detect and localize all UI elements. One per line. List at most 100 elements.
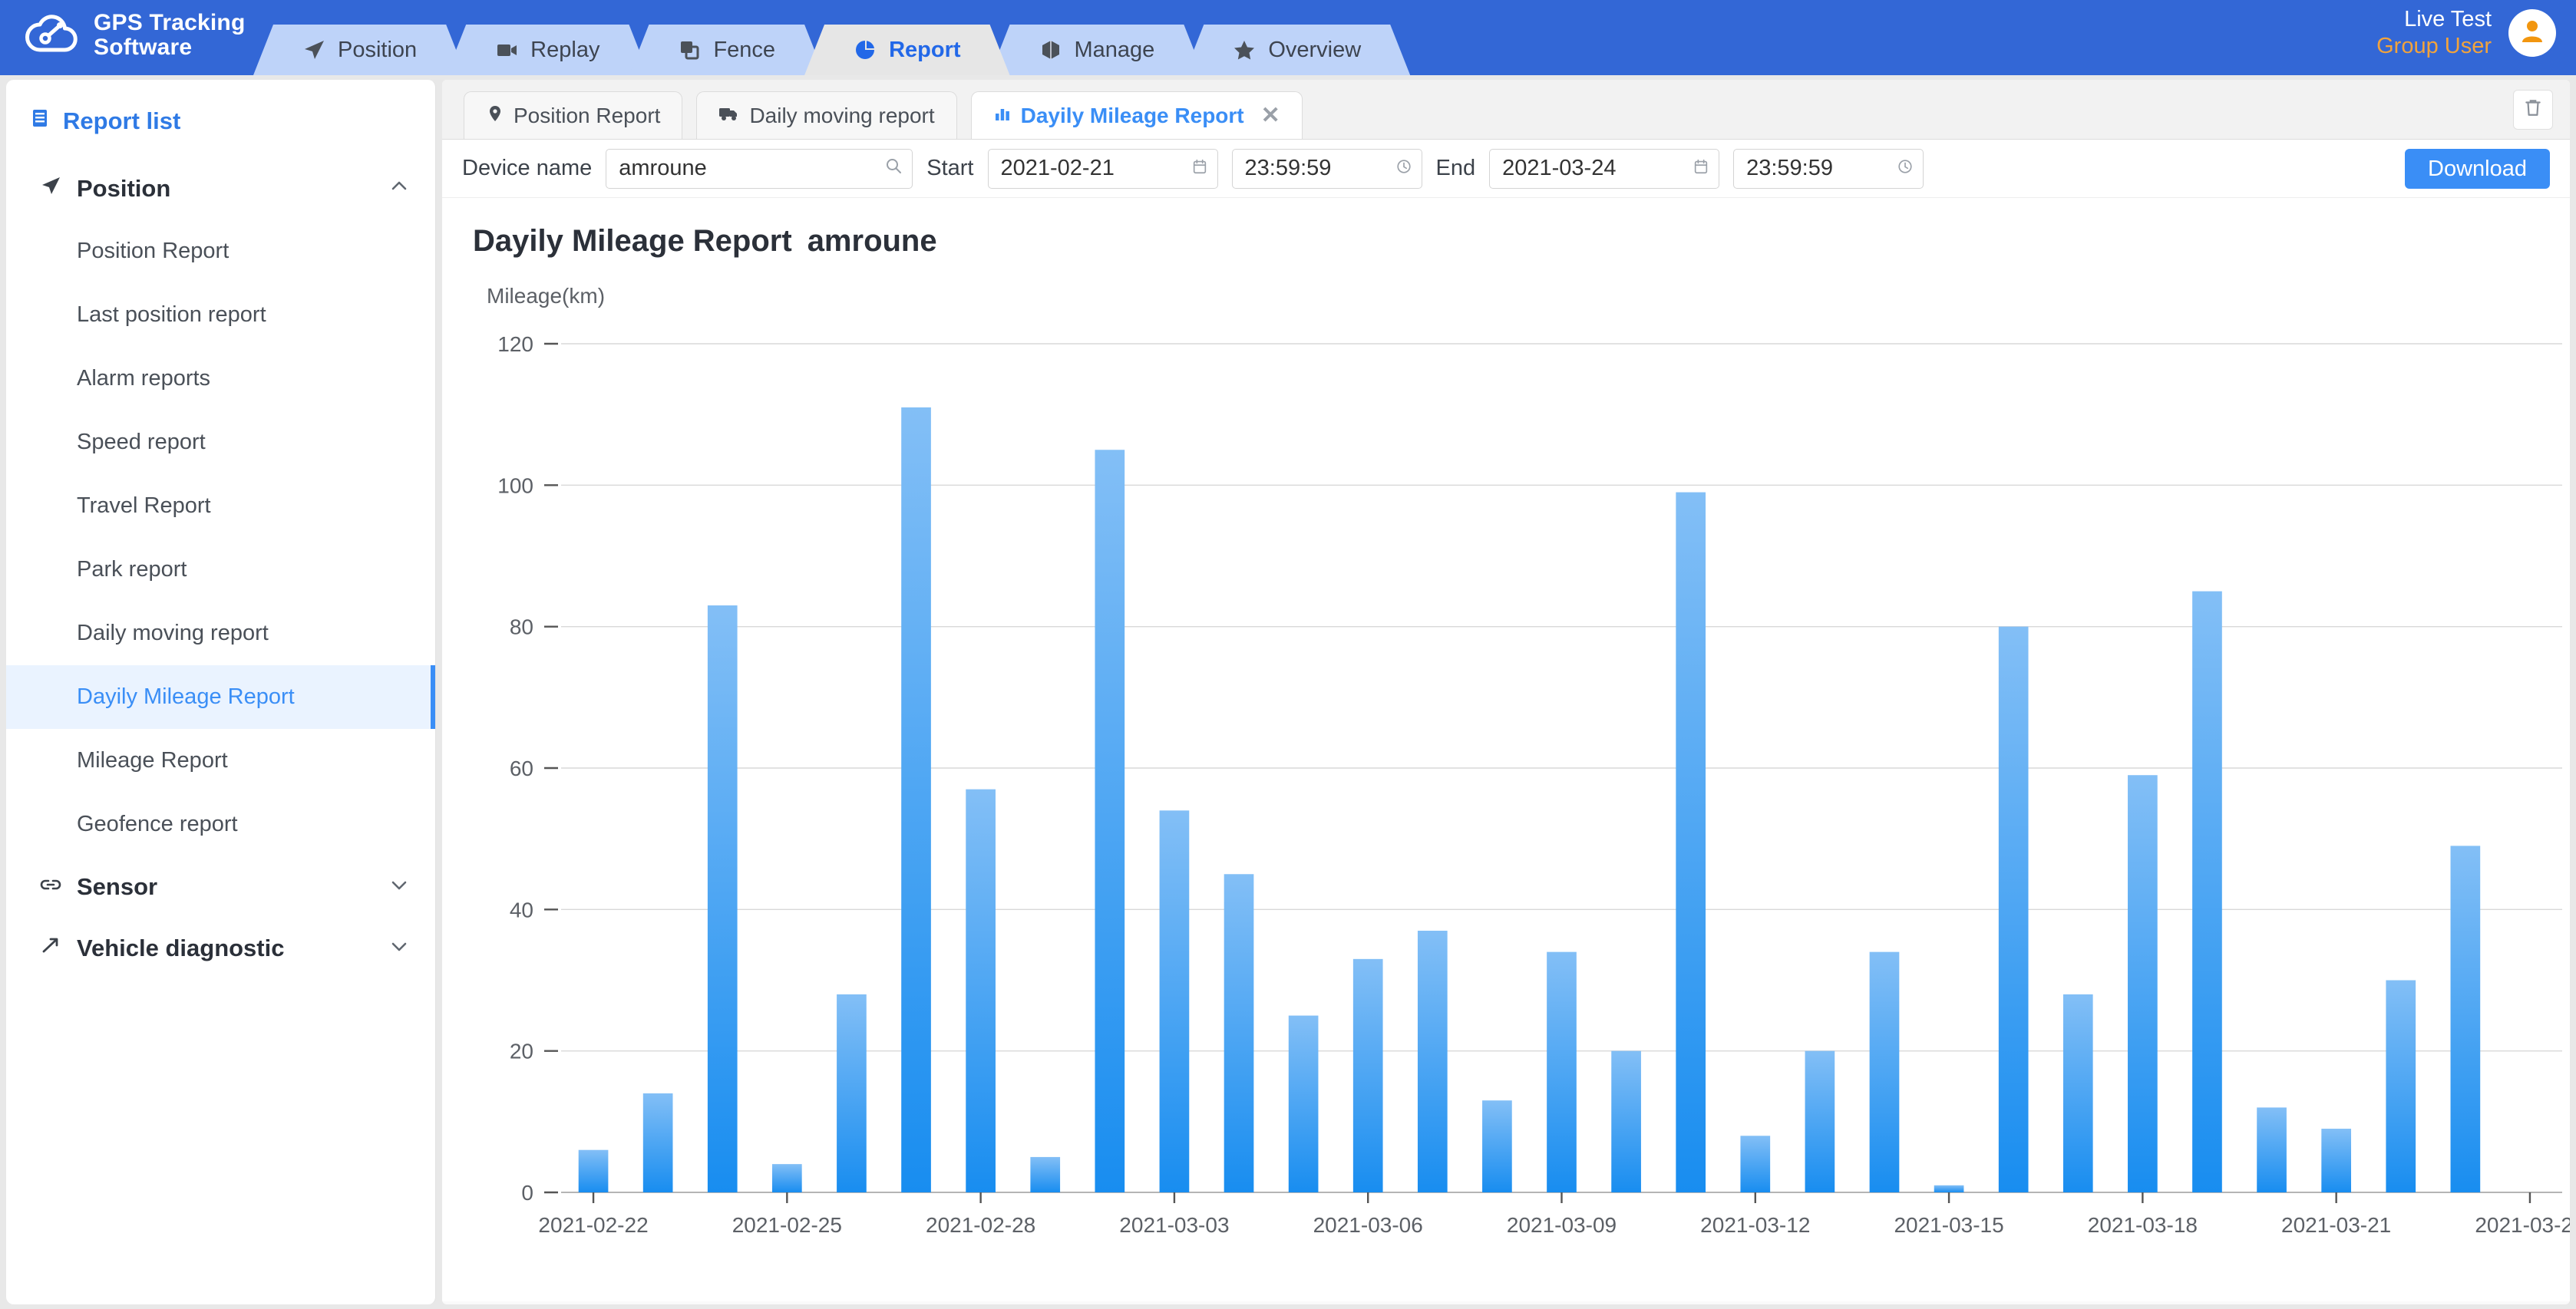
chart-bar[interactable] [1095,450,1125,1192]
svg-text:80: 80 [510,615,533,639]
chart-bar[interactable] [1160,810,1190,1192]
clock-icon[interactable] [1395,156,1412,181]
sidebar-group-label: Vehicle diagnostic [77,935,284,962]
sidebar-item-park-report[interactable]: Park report [6,538,435,602]
chart-bar[interactable] [1740,1136,1770,1192]
chart-bar[interactable] [1611,1051,1641,1192]
user-name: Live Test [2376,6,2492,33]
sidebar-item-dayily-mileage-report[interactable]: Dayily Mileage Report [6,665,435,729]
tab-position-report[interactable]: Position Report [464,91,682,139]
chart-bar[interactable] [2451,846,2481,1192]
svg-text:2021-02-25: 2021-02-25 [732,1213,842,1237]
chart-bar[interactable] [2128,775,2158,1192]
chevron-down-icon[interactable] [389,873,409,901]
video-camera-icon [495,38,518,61]
end-time-input[interactable]: 23:59:59 [1733,149,1924,189]
map-pin-icon [486,104,504,128]
download-button[interactable]: Download [2405,149,2550,189]
end-time-value: 23:59:59 [1746,156,1889,181]
svg-text:2021-03-12: 2021-03-12 [1700,1213,1810,1237]
user-role: Group User [2376,33,2492,60]
content-tab-strip: Position Report Daily moving report Dayi… [442,80,2570,140]
avatar[interactable] [2508,9,2556,57]
tab-label: Dayily Mileage Report [1021,104,1244,128]
nav-tab-label: Position [338,38,417,63]
device-name-value: amroune [619,156,877,181]
chart-bar[interactable] [1482,1100,1512,1192]
chart-bar[interactable] [1547,952,1577,1192]
nav-tab-report[interactable]: Report [804,25,1009,75]
chart-bar[interactable] [708,605,738,1192]
calendar-icon[interactable] [1693,156,1709,181]
nav-tab-manage[interactable]: Manage [990,25,1204,75]
svg-text:40: 40 [510,898,533,922]
layers-icon [678,38,701,61]
nav-tab-label: Replay [530,38,599,63]
brand[interactable]: GPS Tracking Software [25,11,245,61]
mileage-bar-chart[interactable]: 0204060801001202021-02-222021-02-252021-… [442,198,2570,1301]
device-name-input[interactable]: amroune [606,149,913,189]
sidebar-item-position-report[interactable]: Position Report [6,219,435,283]
tab-label: Daily moving report [749,104,934,128]
user-avatar-icon [2517,15,2548,51]
close-icon[interactable]: ✕ [1261,102,1280,129]
chart-bar[interactable] [1999,627,2029,1192]
start-time-input[interactable]: 23:59:59 [1232,149,1422,189]
chart-bar[interactable] [2063,994,2093,1192]
start-label: Start [926,156,973,181]
nav-tab-overview[interactable]: Overview [1184,25,1410,75]
chart-bar[interactable] [2257,1107,2287,1192]
brand-name: GPS Tracking Software [94,11,245,61]
chart-bar[interactable] [1289,1016,1319,1192]
chevron-up-icon[interactable] [389,175,409,203]
end-date-input[interactable]: 2021-03-24 [1489,149,1719,189]
chart-bar[interactable] [2386,981,2416,1193]
nav-tab-label: Fence [713,38,775,63]
chart-bar[interactable] [1353,959,1383,1192]
chart-bar[interactable] [1418,931,1448,1192]
start-date-input[interactable]: 2021-02-21 [988,149,1218,189]
sidebar-group-header-position[interactable]: Position [6,158,435,219]
nav-tab-replay[interactable]: Replay [446,25,649,75]
chart-bar[interactable] [1934,1185,1964,1192]
chart-bar[interactable] [2192,592,2222,1192]
delete-tab-button[interactable] [2513,90,2553,130]
sidebar-item-travel-report[interactable]: Travel Report [6,474,435,538]
chart-bar[interactable] [1805,1051,1835,1192]
chart-bar[interactable] [579,1150,609,1192]
sidebar-group-label: Sensor [77,873,157,901]
sidebar-group-header-vehicle-diagnostic[interactable]: Vehicle diagnostic [6,918,435,979]
user-box[interactable]: Live Test Group User [2376,6,2556,61]
sidebar-item-mileage-report[interactable]: Mileage Report [6,729,435,793]
svg-text:2021-03-15: 2021-03-15 [1894,1213,2003,1237]
tab-daily-moving-report[interactable]: Daily moving report [696,91,956,139]
chart-bar[interactable] [772,1164,802,1192]
paper-plane-icon [302,38,325,61]
tab-dayily-mileage-report[interactable]: Dayily Mileage Report ✕ [971,91,1303,139]
nav-tab-fence[interactable]: Fence [629,25,824,75]
sidebar-header-label: Report list [63,107,180,135]
sidebar-group-header-sensor[interactable]: Sensor [6,856,435,918]
chart-bar[interactable] [2321,1129,2351,1192]
chart-bar[interactable] [1224,874,1254,1192]
chart-bar[interactable] [1030,1157,1060,1192]
sidebar-item-alarm-reports[interactable]: Alarm reports [6,347,435,411]
sidebar-item-speed-report[interactable]: Speed report [6,411,435,474]
sidebar-item-last-position-report[interactable]: Last position report [6,283,435,347]
svg-text:2021-02-28: 2021-02-28 [926,1213,1035,1237]
search-icon[interactable] [884,156,903,181]
nav-tab-position[interactable]: Position [253,25,466,75]
chart-bar[interactable] [1676,493,1706,1192]
chart-bar[interactable] [966,790,996,1192]
calendar-icon[interactable] [1191,156,1208,181]
chart-bar[interactable] [1870,952,1900,1192]
chart-bar[interactable] [837,994,867,1192]
clock-icon[interactable] [1897,156,1914,181]
chart-bar[interactable] [643,1093,673,1192]
chart-bar[interactable] [901,407,931,1192]
sidebar-item-geofence-report[interactable]: Geofence report [6,793,435,856]
sidebar-group-vehicle-diagnostic: Vehicle diagnostic [6,918,435,979]
chart-area: Dayily Mileage Reportamroune Mileage(km)… [442,198,2570,1301]
sidebar-item-daily-moving-report[interactable]: Daily moving report [6,602,435,665]
chevron-down-icon[interactable] [389,935,409,962]
